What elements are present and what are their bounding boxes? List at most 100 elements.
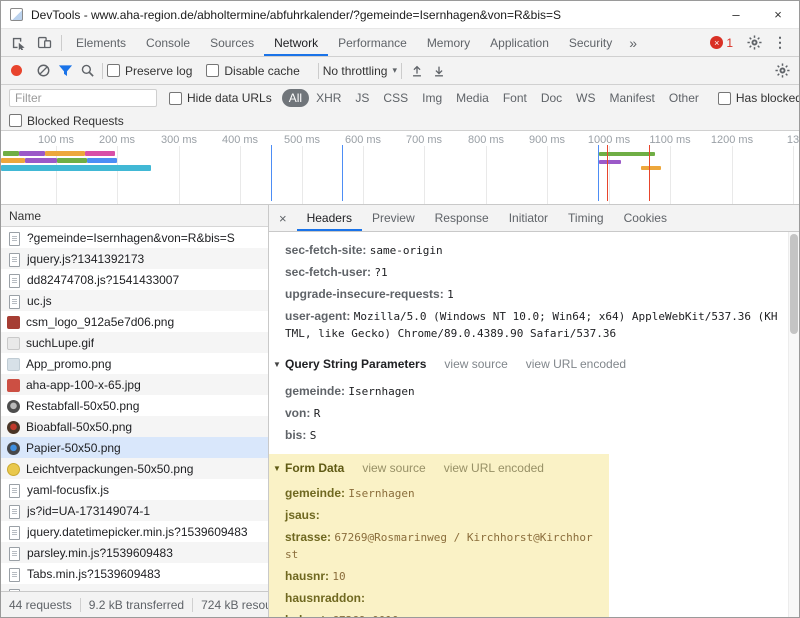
main-tab[interactable]: Console — [136, 29, 200, 56]
request-details-panel: × Headers Preview Response — [269, 205, 799, 617]
view-source-link[interactable]: view source — [362, 461, 425, 475]
param-line: jsaus — [285, 507, 599, 524]
main-tab[interactable]: Elements — [66, 29, 136, 56]
request-row[interactable]: parsley.min.js?1539609483 — [1, 542, 268, 563]
file-type-icon — [7, 379, 20, 392]
triangle-down-icon[interactable]: ▼ — [273, 461, 285, 477]
tick-label: 600 ms — [345, 134, 381, 146]
main-tabs: Elements Console Sources Network Perform… — [66, 29, 622, 56]
main-tab[interactable]: Memory — [417, 29, 480, 56]
view-source-link[interactable]: view source — [444, 357, 507, 371]
request-row[interactable]: js?id=UA-173149074-1 — [1, 500, 268, 521]
main-tab[interactable]: Performance — [328, 29, 417, 56]
form-data-section-header[interactable]: ▼Form Dataview sourceview URL encoded — [273, 460, 599, 477]
detail-tab[interactable]: Timing — [558, 205, 614, 231]
view-url-encoded-link[interactable]: view URL encoded — [444, 461, 544, 475]
filter-pill[interactable]: Manifest — [603, 89, 662, 107]
filter-pill[interactable]: WS — [569, 89, 602, 107]
request-row[interactable]: aha-app-100-x-65.jpg — [1, 374, 268, 395]
clear-button[interactable] — [32, 60, 54, 82]
file-type-icon — [7, 463, 20, 476]
name-column-header[interactable]: Name — [1, 205, 268, 227]
detail-tab[interactable]: Cookies — [614, 205, 677, 231]
filter-pill[interactable]: Media — [449, 89, 496, 107]
request-name: App_promo.png — [26, 357, 111, 371]
scrollbar[interactable] — [788, 232, 799, 617]
network-overview-timeline[interactable]: 100 ms 200 ms 300 ms 400 ms — [1, 131, 799, 205]
filter-pill[interactable]: Font — [496, 89, 534, 107]
main-tab[interactable]: Sources — [200, 29, 264, 56]
minimize-button[interactable]: – — [715, 1, 757, 28]
record-button[interactable] — [11, 65, 22, 76]
request-row[interactable]: csm_logo_912a5e7d06.png — [1, 311, 268, 332]
filter-input[interactable] — [9, 89, 157, 107]
request-row[interactable]: jquery.js?1341392173 — [1, 248, 268, 269]
param-name: bis — [285, 428, 306, 442]
settings-gear-icon[interactable] — [741, 35, 767, 50]
request-row[interactable]: App_promo.png — [1, 353, 268, 374]
file-type-icon — [7, 567, 21, 581]
main-tab[interactable]: Application — [480, 29, 559, 56]
close-window-button[interactable]: × — [757, 1, 799, 28]
request-row[interactable]: yaml-focusfix.js — [1, 479, 268, 500]
param-value: Isernhagen — [348, 385, 414, 398]
tick-label: 13 — [787, 134, 799, 146]
request-row[interactable]: Bioabfall-50x50.png — [1, 416, 268, 437]
disable-cache-label: Disable cache — [224, 64, 299, 78]
form-data-params: gemeinde Isernhagen jsaus strasse — [285, 485, 599, 617]
import-har-icon[interactable] — [406, 60, 428, 82]
triangle-down-icon[interactable]: ▼ — [273, 357, 285, 373]
request-name: Papier-50x50.png — [26, 441, 121, 455]
detail-tab[interactable]: Initiator — [499, 205, 558, 231]
main-tab[interactable]: Network — [264, 29, 328, 56]
param-name: jsaus — [285, 508, 320, 522]
inspect-element-icon[interactable] — [5, 29, 31, 56]
filter-toggle-icon[interactable] — [54, 60, 76, 82]
request-row[interactable]: jquery.datetimepicker.min.js?1539609483 — [1, 521, 268, 542]
main-tab-label: Console — [146, 36, 190, 50]
network-settings-gear-icon[interactable] — [771, 60, 793, 82]
view-url-encoded-link[interactable]: view URL encoded — [526, 357, 626, 371]
tick-label: 300 ms — [161, 134, 197, 146]
request-row[interactable]: uc.js — [1, 290, 268, 311]
filter-pill[interactable]: All — [282, 89, 309, 107]
kebab-menu-icon[interactable]: ⋮ — [767, 34, 793, 51]
request-row[interactable]: dd82474708.js?1541433007 — [1, 269, 268, 290]
detail-tab[interactable]: Headers — [297, 205, 362, 231]
request-row[interactable]: Papier-50x50.png — [1, 437, 268, 458]
error-badge[interactable]: × 1 — [710, 36, 733, 50]
export-har-icon[interactable] — [428, 60, 450, 82]
preserve-log-checkbox[interactable] — [107, 64, 120, 77]
window-title: DevTools - www.aha-region.de/abholtermin… — [31, 8, 715, 22]
query-string-section-header[interactable]: ▼Query String Parametersview sourceview … — [273, 356, 782, 373]
device-toolbar-icon[interactable] — [31, 29, 57, 56]
filter-pill[interactable]: Other — [662, 89, 706, 107]
request-row[interactable]: Restabfall-50x50.png — [1, 395, 268, 416]
filter-pill[interactable]: JS — [348, 89, 376, 107]
filter-pill[interactable]: XHR — [309, 89, 348, 107]
request-row[interactable]: Leichtverpackungen-50x50.png — [1, 458, 268, 479]
search-icon[interactable] — [76, 60, 98, 82]
throttling-select[interactable]: No throttling ▾ — [323, 64, 397, 78]
header-line: upgrade-insecure-requests 1 — [285, 286, 782, 303]
disable-cache-checkbox[interactable] — [206, 64, 219, 77]
more-panels-icon[interactable]: » — [622, 29, 644, 56]
file-type-icon — [7, 252, 21, 266]
file-type-icon — [7, 588, 21, 592]
request-row[interactable] — [1, 584, 268, 591]
has-blocked-cookies-checkbox[interactable] — [718, 92, 731, 105]
close-details-icon[interactable]: × — [269, 205, 297, 231]
filter-pill[interactable]: Doc — [534, 89, 569, 107]
scrollbar-thumb[interactable] — [790, 234, 798, 334]
hide-data-urls-checkbox[interactable] — [169, 92, 182, 105]
has-blocked-cookies-label: Has blocked cookies — [736, 91, 800, 105]
request-row[interactable]: suchLupe.gif — [1, 332, 268, 353]
request-row[interactable]: ?gemeinde=Isernhagen&von=R&bis=S — [1, 227, 268, 248]
main-tab[interactable]: Security — [559, 29, 622, 56]
blocked-requests-checkbox[interactable] — [9, 114, 22, 127]
request-row[interactable]: Tabs.min.js?1539609483 — [1, 563, 268, 584]
filter-pill[interactable]: CSS — [376, 89, 415, 107]
filter-pill[interactable]: Img — [415, 89, 449, 107]
detail-tab[interactable]: Preview — [362, 205, 425, 231]
detail-tab[interactable]: Response — [425, 205, 499, 231]
